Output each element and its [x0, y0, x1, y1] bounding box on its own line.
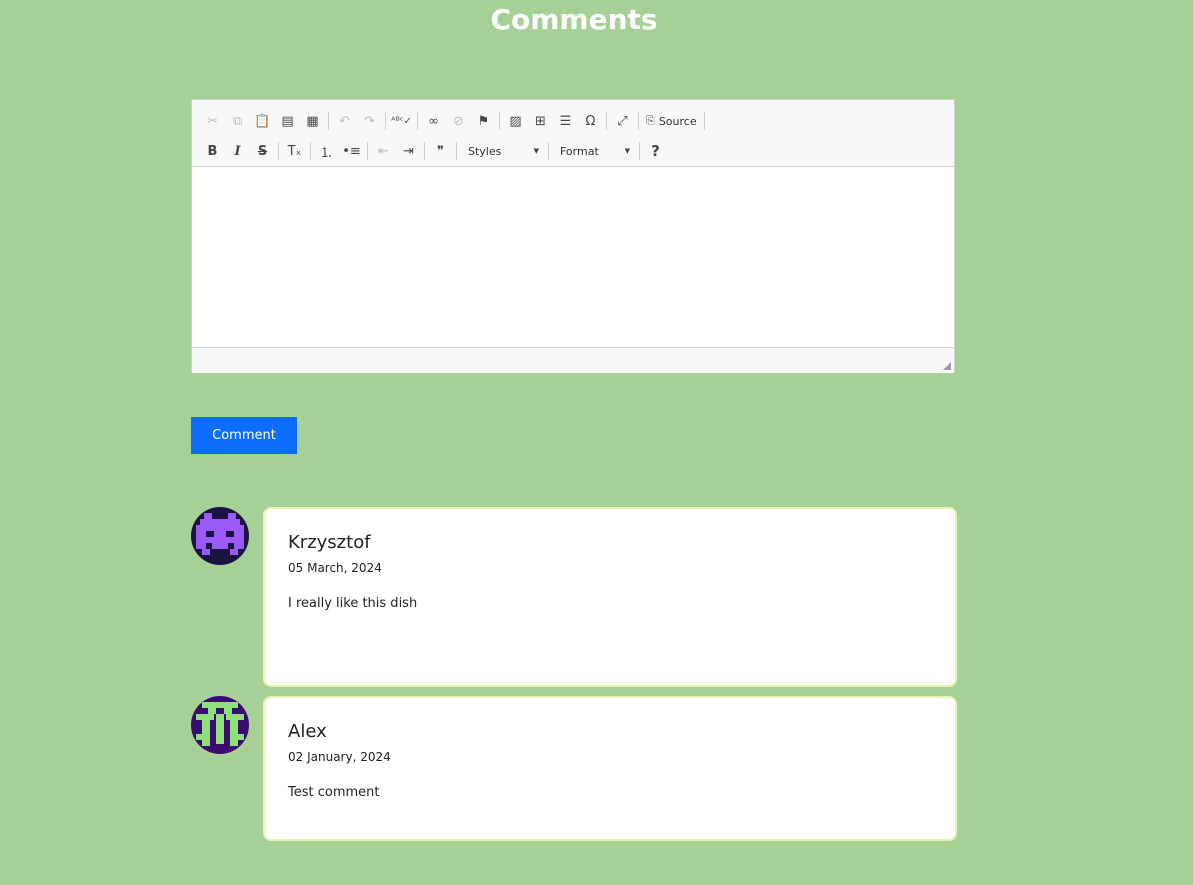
pixel-avatar-icon: [191, 696, 249, 754]
toolbar-separator: [456, 142, 457, 160]
toolbar-separator: [367, 142, 368, 160]
toolbar-row-2: B I S Tₓ ⒈ •≡ ⇤ ⇥ ❞ Styles ▼ Format ▼?: [200, 136, 946, 166]
page-title: Comments: [490, 3, 658, 36]
comment-date: 02 January, 2024: [288, 750, 391, 764]
format-dropdown[interactable]: Format ▼: [552, 140, 636, 162]
bold-icon[interactable]: B: [200, 139, 225, 163]
source-icon: ⎘: [646, 114, 655, 127]
toolbar-row-1: ✂ ⧉ 📋 ▤ ▦ ↶ ↷ ᴬᴮᶜ✓ ∞ ⊘ ⚑ ▨ ⊞ ☰ Ω ⤢ ⎘ Source: [200, 106, 946, 136]
source-label: Source: [658, 114, 697, 128]
numbered-list-icon[interactable]: ⒈: [314, 139, 339, 163]
editor-content-area[interactable]: [192, 167, 954, 348]
toolbar-separator: [385, 112, 386, 130]
comment-author: Alex: [288, 721, 327, 742]
styles-dropdown[interactable]: Styles ▼: [460, 140, 545, 162]
dropdown-arrow-icon: ▼: [533, 147, 539, 155]
toolbar-separator: [278, 142, 279, 160]
source-button[interactable]: ⎘ Source: [642, 109, 701, 133]
pixel-avatar-icon: [191, 507, 249, 565]
spellcheck-icon[interactable]: ᴬᴮᶜ✓: [389, 109, 414, 133]
table-icon[interactable]: ⊞: [528, 109, 553, 133]
dropdown-arrow-icon: ▼: [624, 147, 630, 155]
comment-button[interactable]: Comment: [191, 417, 297, 454]
comment-text: I really like this dish: [288, 596, 418, 611]
italic-icon[interactable]: I: [225, 139, 250, 163]
help-icon[interactable]: ?: [643, 139, 668, 163]
special-char-icon[interactable]: Ω: [578, 109, 603, 133]
paste-word-icon[interactable]: ▦: [300, 109, 325, 133]
comment-card: Alex 02 January, 2024 Test comment: [263, 696, 957, 841]
toolbar-separator: [424, 142, 425, 160]
comment-text: Test comment: [288, 785, 380, 800]
resize-handle-icon[interactable]: [943, 362, 951, 370]
editor-footer: [192, 348, 954, 373]
remove-format-icon[interactable]: Tₓ: [282, 139, 307, 163]
link-icon[interactable]: ∞: [421, 109, 446, 133]
toolbar-separator: [310, 142, 311, 160]
toolbar-separator: [548, 142, 549, 160]
outdent-icon[interactable]: ⇤: [371, 139, 396, 163]
styles-dropdown-label: Styles: [468, 144, 502, 158]
comment-card: Krzysztof 05 March, 2024 I really like t…: [263, 507, 957, 687]
copy-icon[interactable]: ⧉: [225, 109, 250, 133]
blockquote-icon[interactable]: ❞: [428, 139, 453, 163]
comment-author: Krzysztof: [288, 532, 371, 553]
editor-toolbar: ✂ ⧉ 📋 ▤ ▦ ↶ ↷ ᴬᴮᶜ✓ ∞ ⊘ ⚑ ▨ ⊞ ☰ Ω ⤢ ⎘ Source B I S Tₓ ⒈ •≡ ⇤ ⇥ ❞ St…: [192, 100, 954, 167]
rich-text-editor[interactable]: ✂ ⧉ 📋 ▤ ▦ ↶ ↷ ᴬᴮᶜ✓ ∞ ⊘ ⚑ ▨ ⊞ ☰ Ω ⤢ ⎘ Source B I S Tₓ ⒈ •≡ ⇤ ⇥ ❞ St…: [191, 99, 955, 373]
unlink-icon[interactable]: ⊘: [446, 109, 471, 133]
strike-icon[interactable]: S: [250, 139, 275, 163]
toolbar-separator: [328, 112, 329, 130]
cut-icon[interactable]: ✂: [200, 109, 225, 133]
toolbar-separator: [638, 112, 639, 130]
toolbar-separator: [606, 112, 607, 130]
redo-icon[interactable]: ↷: [357, 109, 382, 133]
format-dropdown-label: Format: [560, 144, 599, 158]
image-icon[interactable]: ▨: [503, 109, 528, 133]
avatar: [191, 507, 249, 565]
toolbar-separator: [703, 112, 705, 130]
bulleted-list-icon[interactable]: •≡: [339, 139, 364, 163]
paste-icon[interactable]: 📋: [250, 109, 275, 133]
paste-text-icon[interactable]: ▤: [275, 109, 300, 133]
horizontal-line-icon[interactable]: ☰: [553, 109, 578, 133]
toolbar-separator: [639, 142, 640, 160]
undo-icon[interactable]: ↶: [332, 109, 357, 133]
indent-icon[interactable]: ⇥: [396, 139, 421, 163]
anchor-flag-icon[interactable]: ⚑: [471, 109, 496, 133]
avatar: [191, 696, 249, 754]
comment-date: 05 March, 2024: [288, 561, 382, 575]
toolbar-separator: [499, 112, 500, 130]
toolbar-separator: [417, 112, 418, 130]
maximize-icon[interactable]: ⤢: [610, 109, 635, 133]
